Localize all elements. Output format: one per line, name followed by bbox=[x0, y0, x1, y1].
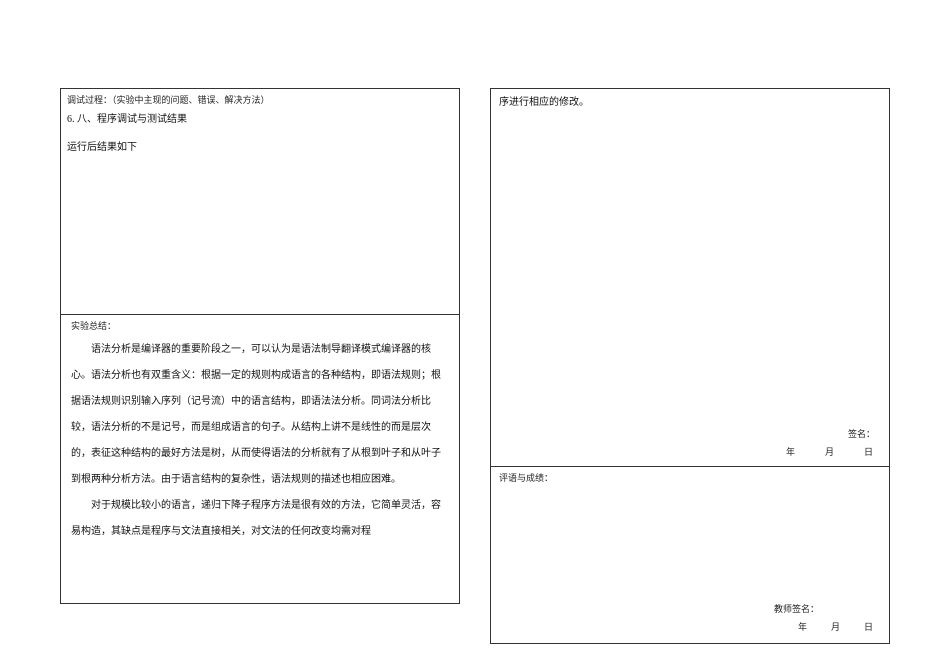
left-page-panel: 调试过程：（实验中主现的问题、错误、解决方法） 6. 八、程序调试与测试结果 运… bbox=[60, 88, 460, 604]
student-signature-date: 年月日 bbox=[758, 445, 875, 458]
run-results-heading: 运行后结果如下 bbox=[67, 138, 453, 158]
date-day-label: 日 bbox=[864, 447, 875, 457]
document-root: 调试过程：（实验中主现的问题、错误、解决方法） 6. 八、程序调试与测试结果 运… bbox=[0, 0, 945, 669]
teacher-date-day-label: 日 bbox=[864, 622, 875, 632]
grade-comments-section: 评语与成绩： 教师签名： 年 月 日 bbox=[491, 467, 889, 643]
experiment-summary-section: 实验总结： 语法分析是编译器的重要阶段之一，可以认为是语法制导翻译模式编译器的核… bbox=[61, 315, 459, 604]
right-page-panel: 序进行相应的修改。 签名： 年月日 评语与成绩： 教师签名： 年月日 bbox=[490, 88, 890, 644]
student-signature-label: 签名： bbox=[848, 427, 875, 440]
summary-paragraph-1: 语法分析是编译器的重要阶段之一，可以认为是语法制导翻译模式编译器的核心。语法分析… bbox=[71, 337, 449, 493]
teacher-date-month-label: 月 bbox=[831, 622, 842, 632]
experiment-summary-header: 实验总结： bbox=[71, 318, 449, 334]
date-month-label: 月 bbox=[825, 447, 836, 457]
experiment-summary-body: 语法分析是编译器的重要阶段之一，可以认为是语法制导翻译模式编译器的核心。语法分析… bbox=[71, 337, 449, 545]
teacher-signature-label: 教师签名： bbox=[774, 602, 819, 615]
teacher-signature-date: 年月日 bbox=[776, 620, 875, 633]
debug-process-section: 调试过程：（实验中主现的问题、错误、解决方法） 6. 八、程序调试与测试结果 运… bbox=[61, 89, 459, 315]
summary-paragraph-2: 对于规模比较小的语言，递归下降子程序方法是很有效的方法，它简单灵活，容易构造，其… bbox=[71, 493, 449, 545]
teacher-date-year-label: 年 bbox=[798, 622, 809, 632]
section-number-heading: 6. 八、程序调试与测试结果 bbox=[67, 110, 453, 130]
date-year-label: 年 bbox=[786, 447, 797, 457]
continuation-section: 序进行相应的修改。 签名： 年 月 日 bbox=[491, 88, 889, 467]
grade-comments-header: 评语与成绩： bbox=[499, 470, 881, 486]
continuation-text: 序进行相应的修改。 bbox=[499, 93, 881, 113]
debug-process-header: 调试过程：（实验中主现的问题、错误、解决方法） bbox=[67, 92, 453, 108]
